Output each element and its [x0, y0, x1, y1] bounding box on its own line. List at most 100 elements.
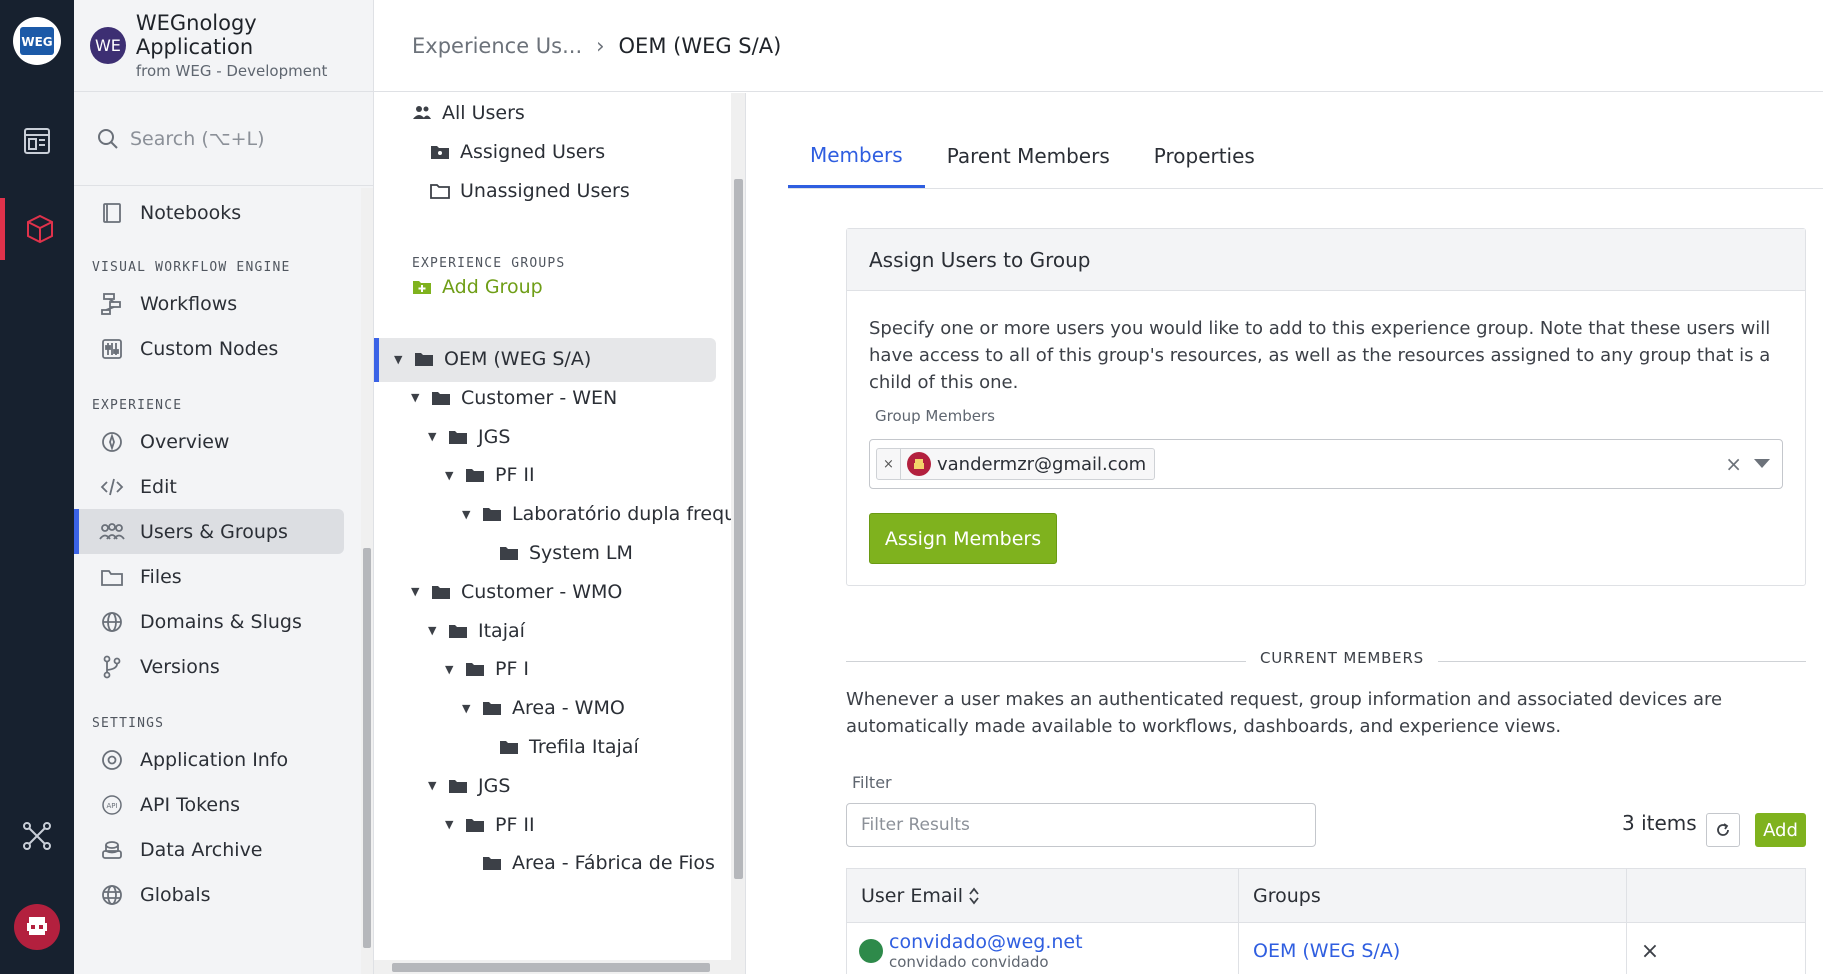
sidebar-scrollbar[interactable]	[361, 188, 373, 974]
expand-caret-icon[interactable]: ▼	[411, 391, 425, 404]
section-title: SETTINGS	[92, 716, 165, 731]
section-title: EXPERIENCE	[92, 398, 183, 413]
tree-assigned-users[interactable]: Assigned Users	[430, 132, 605, 172]
applications-icon[interactable]	[0, 198, 74, 260]
tree-node[interactable]: ▼ JGS	[428, 766, 510, 806]
sidebar-item-versions[interactable]: Versions	[74, 644, 344, 689]
sidebar-item-label: Workflows	[140, 292, 238, 315]
tree-all-users[interactable]: All Users	[412, 93, 525, 133]
refresh-button[interactable]	[1706, 813, 1740, 847]
breadcrumb-parent-link[interactable]: Experience Us...	[412, 34, 582, 58]
search-input[interactable]: Search (⌥+L)	[74, 92, 373, 186]
group-members-select[interactable]: × vandermzr@gmail.com ×	[869, 439, 1783, 489]
add-member-button[interactable]: Add	[1755, 813, 1806, 847]
tree-label: Area - Fábrica de Fios	[512, 852, 715, 875]
tree-label: Assigned Users	[460, 141, 606, 163]
folder-icon	[499, 545, 519, 561]
breadcrumb: Experience Us... › OEM (WEG S/A)	[374, 0, 1823, 92]
sidebar-item-label: Custom Nodes	[140, 337, 279, 360]
users-icon	[98, 518, 126, 546]
tree-node[interactable]: ▼ PF II	[445, 455, 535, 495]
expand-caret-icon[interactable]: ▼	[445, 818, 459, 831]
folder-icon	[431, 390, 451, 406]
sidebar-item-label: Users & Groups	[140, 520, 288, 543]
sidebar-item-label: Versions	[140, 655, 220, 678]
add-group-button[interactable]: Add Group	[412, 267, 543, 307]
sidebar-item-data-archive[interactable]: Data Archive	[74, 827, 344, 872]
tree-scrollbar-vertical[interactable]	[731, 93, 745, 974]
tree-node[interactable]: ▼ JGS	[428, 417, 510, 457]
tree-label: Itajaí	[478, 619, 525, 642]
sidebar-item-edit[interactable]: Edit	[74, 464, 344, 509]
globe-icon	[98, 881, 126, 909]
tree-node[interactable]: System LM	[479, 533, 633, 573]
tree-node[interactable]: ▼ OEM (WEG S/A)	[394, 339, 591, 379]
sidebar-item-custom-nodes[interactable]: Custom Nodes	[74, 326, 344, 371]
expand-caret-icon[interactable]: ▼	[445, 663, 459, 676]
tree-node[interactable]: ▼ Area - WMO	[462, 688, 625, 728]
tab-members[interactable]: Members	[788, 132, 925, 188]
sidebar-item-files[interactable]: Files	[74, 554, 344, 599]
sidebar-item-api-tokens[interactable]: API API Tokens	[74, 782, 344, 827]
folder-icon	[482, 700, 502, 716]
tab-parent-members[interactable]: Parent Members	[925, 132, 1132, 188]
tree-scrollbar-horizontal[interactable]	[374, 960, 732, 974]
expand-caret-icon[interactable]: ▼	[394, 353, 408, 366]
expand-caret-icon[interactable]: ▼	[462, 508, 476, 521]
tree-unassigned-users[interactable]: Unassigned Users	[430, 171, 630, 211]
dashboards-icon[interactable]	[0, 110, 74, 172]
assign-members-button[interactable]: Assign Members	[869, 513, 1057, 564]
tree-node[interactable]: Trefila Itajaí	[479, 727, 639, 767]
current-members-description: Whenever a user makes an authenticated r…	[846, 689, 1723, 737]
tree-node[interactable]: Area - Fábrica de Fios	[462, 843, 715, 883]
chip-remove-button[interactable]: ×	[877, 449, 901, 479]
clear-icon[interactable]: ×	[1725, 452, 1742, 476]
integrations-icon[interactable]	[0, 805, 74, 867]
tree-node[interactable]: ▼ Customer - WEN	[411, 378, 617, 418]
sidebar-item-application-info[interactable]: Application Info	[74, 737, 344, 782]
search-placeholder: Search (⌥+L)	[130, 127, 265, 150]
sidebar-item-domains-slugs[interactable]: Domains & Slugs	[74, 599, 344, 644]
expand-caret-icon[interactable]: ▼	[428, 779, 442, 792]
items-count: 3 items	[1622, 811, 1697, 835]
tree-node[interactable]: ▼ Customer - WMO	[411, 572, 622, 612]
breadcrumb-current: OEM (WEG S/A)	[618, 33, 782, 58]
expand-caret-icon[interactable]: ▼	[428, 624, 442, 637]
folder-icon	[98, 563, 126, 591]
tree-node[interactable]: ▼ Itajaí	[428, 611, 525, 651]
remove-member-button[interactable]: ×	[1627, 923, 1673, 974]
scrollbar-thumb[interactable]	[392, 963, 710, 972]
tree-node[interactable]: ▼ PF II	[445, 805, 535, 845]
tree-node[interactable]: ▼ PF I	[445, 649, 529, 689]
sidebar-item-workflows[interactable]: Workflows	[74, 281, 344, 326]
user-avatar[interactable]	[0, 896, 74, 958]
app-header[interactable]: WE WEGnology Application from WEG - Deve…	[74, 0, 373, 92]
group-link[interactable]: OEM (WEG S/A)	[1253, 940, 1400, 962]
users-icon	[412, 105, 432, 121]
user-email-link[interactable]: convidado@weg.net	[889, 931, 1083, 953]
scrollbar-thumb[interactable]	[734, 179, 743, 879]
filter-input[interactable]: Filter Results	[846, 803, 1316, 847]
sidebar-item-label: Globals	[140, 883, 211, 906]
sidebar-item-label: Edit	[140, 475, 177, 498]
tab-properties[interactable]: Properties	[1132, 132, 1277, 188]
tree-label: PF II	[495, 464, 535, 487]
chevron-down-icon[interactable]	[1754, 459, 1770, 468]
expand-caret-icon[interactable]: ▼	[411, 585, 425, 598]
column-user-email[interactable]: User Email	[847, 869, 1239, 922]
weg-logo-button[interactable]: WEG	[0, 10, 74, 72]
add-folder-icon	[412, 279, 432, 295]
tree-label: Add Group	[442, 276, 543, 298]
filter-label: Filter	[852, 773, 892, 792]
sidebar-item-overview[interactable]: Overview	[74, 419, 344, 464]
tree-node[interactable]: ▼ Laboratório dupla frequ	[462, 494, 736, 534]
expand-caret-icon[interactable]: ▼	[428, 430, 442, 443]
expand-caret-icon[interactable]: ▼	[462, 702, 476, 715]
expand-caret-icon[interactable]: ▼	[445, 469, 459, 482]
sidebar-item-users-groups[interactable]: Users & Groups	[74, 509, 344, 554]
sidebar-item-globals[interactable]: Globals	[74, 872, 344, 917]
member-chip: × vandermzr@gmail.com	[876, 448, 1156, 480]
code-icon	[98, 473, 126, 501]
scrollbar-thumb[interactable]	[363, 548, 371, 948]
sidebar-item-notebooks[interactable]: Notebooks	[74, 190, 344, 235]
